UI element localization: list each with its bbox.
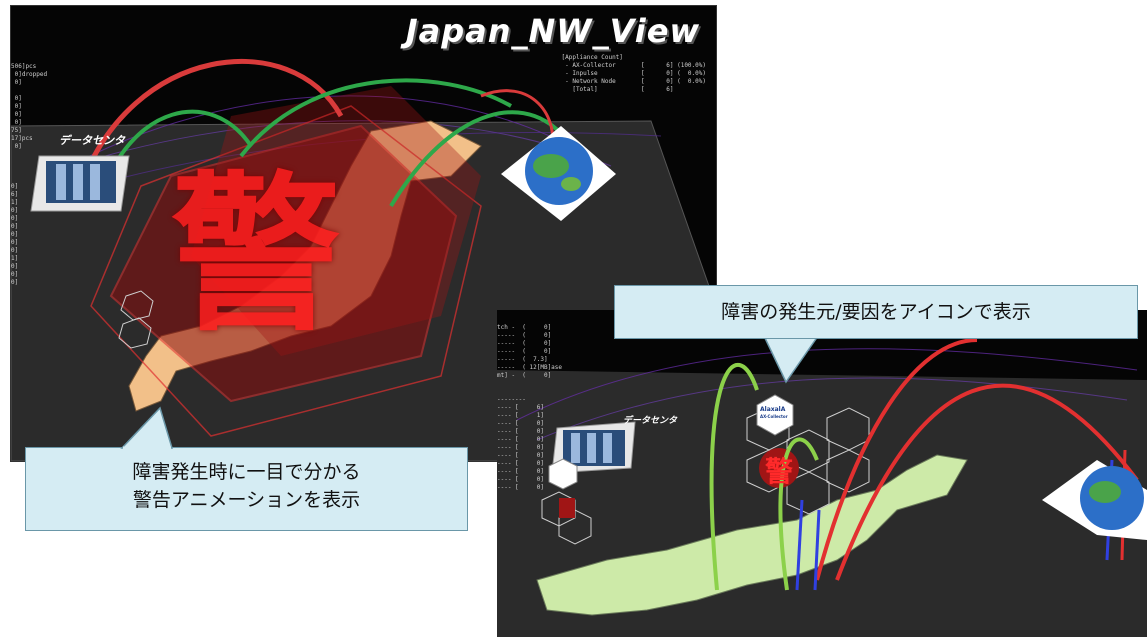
callout-warning-animation: 障害発生時に一目で分かる 警告アニメーションを表示 [25, 447, 468, 531]
callout-line-2: 警告アニメーションを表示 [132, 489, 361, 511]
collector-badge-label: AlaxalA [760, 406, 786, 413]
callout-fault-icon: 障害の発生元/要因をアイコンで表示 [614, 285, 1138, 339]
datacenter-label: データセンタ [59, 134, 125, 147]
screen2-scene [497, 338, 1147, 637]
screenshot-fault-source: tch - ( 0] ----- ( 0] ----- ( 0] ----- (… [497, 310, 1147, 637]
appliance-count-panel: [Appliance Count] - AX-Collector [ 6] (1… [561, 54, 707, 93]
alarm-glyph: 警 [171, 157, 342, 355]
collector-badge-sub: AX-Collector [760, 414, 788, 419]
datacenter-label: データセンタ [623, 416, 678, 426]
stats-panel: tch - ( 0] ----- ( 0] ----- ( 0] ----- (… [497, 324, 563, 491]
callout-line-1: 障害発生時に一目で分かる [132, 461, 361, 483]
alarm-badge [559, 498, 575, 518]
stats-panel: 506]pcs 0]dropped 0] 0] 0] 0] 0] 75] 17]… [11, 63, 48, 286]
alarm-glyph: 警 [765, 455, 794, 488]
page-title: Japan_NW_View [405, 12, 700, 50]
